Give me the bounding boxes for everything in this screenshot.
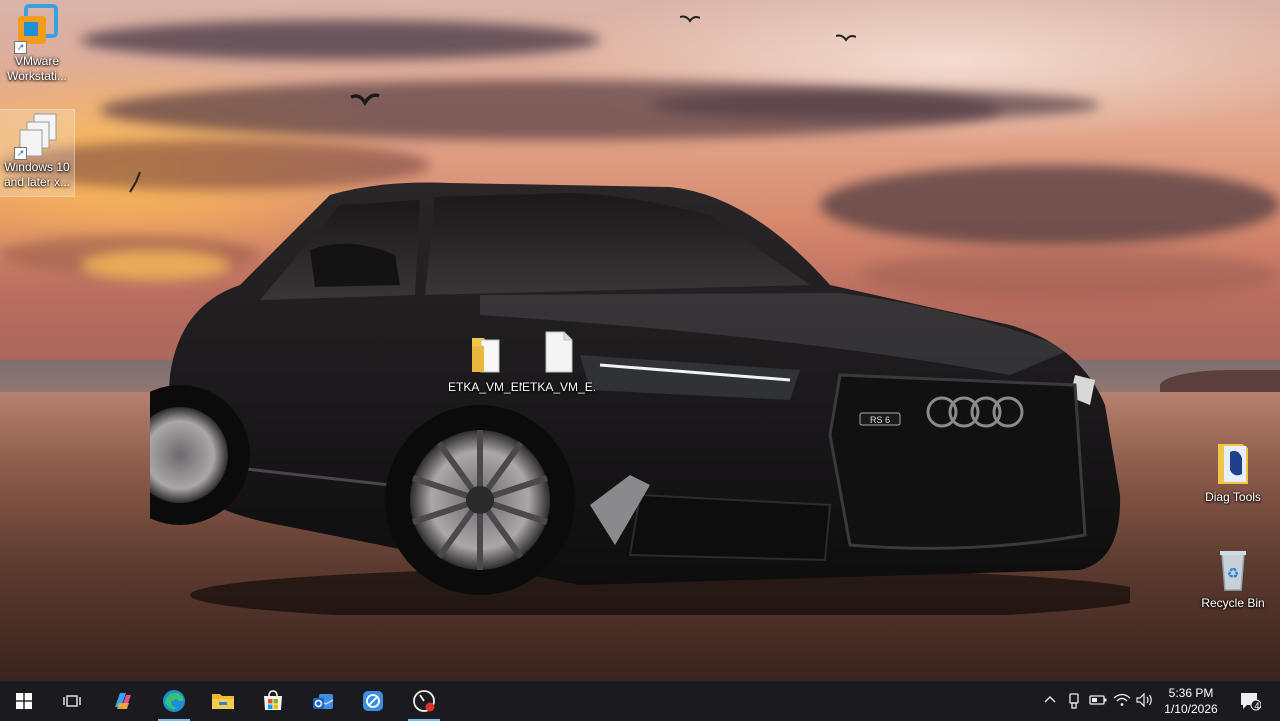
desktop-icon-etka-vm-e2[interactable]: ETKA_VM_E... (522, 330, 596, 395)
bird-icon (350, 93, 380, 107)
diagnostic-tool-button[interactable] (400, 681, 448, 721)
file-stack-icon: ↗ (12, 110, 62, 160)
file-explorer-icon (212, 694, 234, 709)
black-audi-car: RS 6 (150, 182, 1130, 615)
zip-folder-icon (460, 330, 510, 380)
task-view-button[interactable] (48, 681, 96, 721)
wifi-icon[interactable] (1113, 693, 1131, 709)
clock-date: 1/10/2026 (1164, 702, 1218, 716)
desktop-wallpaper: RS 6 (0, 0, 1280, 680)
clock-time: 5:36 PM (1168, 686, 1214, 700)
desktop-icon-label: Windows 10 and later x... (3, 160, 71, 189)
file-icon (534, 330, 584, 380)
outlook-icon (313, 694, 334, 709)
cloud (80, 20, 600, 60)
show-hidden-icons-chevron-icon[interactable] (1041, 693, 1059, 709)
notification-count-badge: 4 (1254, 701, 1260, 711)
copilot-icon (115, 693, 131, 709)
task-view-icon (63, 695, 81, 707)
notification-center-button[interactable]: 4 (1230, 681, 1270, 721)
car-badge: RS 6 (870, 415, 890, 425)
desktop-icon-label: VMware Workstati... (7, 54, 67, 83)
file-explorer-button[interactable] (199, 681, 247, 721)
desktop-icon-label: ETKA_VM_EN (448, 380, 522, 394)
desktop-icon-windows10[interactable]: ↗ Windows 10 and later x... (0, 109, 75, 197)
start-button[interactable] (0, 681, 48, 721)
outlook-button[interactable] (299, 681, 347, 721)
desktop-icon-vmware[interactable]: ↗ VMware Workstati... (0, 4, 74, 86)
usb-device-icon[interactable] (1065, 693, 1083, 709)
taskbar: 5:36 PM 1/10/2026 4 (0, 680, 1280, 721)
cloud (650, 90, 1100, 120)
microsoft-store-icon (264, 690, 282, 710)
vmware-icon: ↗ (12, 4, 62, 54)
quick-assist-button[interactable] (349, 681, 397, 721)
desktop-icon-recycle-bin[interactable]: ♻ Recycle Bin (1196, 546, 1270, 611)
bird-icon (680, 15, 700, 23)
volume-icon[interactable] (1136, 692, 1154, 709)
desktop-icon-label: Recycle Bin (1201, 596, 1265, 610)
shortcut-arrow-icon: ↗ (14, 41, 27, 54)
edge-button[interactable] (150, 681, 198, 721)
folder-icon (1208, 440, 1258, 490)
bird-icon (129, 172, 141, 193)
quick-assist-icon (363, 691, 383, 711)
start-icon (16, 693, 32, 709)
microsoft-store-button[interactable] (249, 681, 297, 721)
desktop-icon-diag-tools[interactable]: Diag Tools (1196, 440, 1270, 505)
desktop-icon-label: ETKA_VM_E... (522, 380, 596, 394)
svg-text:♻: ♻ (1227, 566, 1240, 582)
battery-icon[interactable] (1089, 693, 1107, 709)
bird-icon (836, 34, 856, 42)
diagnostic-gauge-icon (413, 690, 435, 712)
desktop-icon-etka-vm-en[interactable]: ETKA_VM_EN (448, 330, 522, 395)
recycle-bin-icon: ♻ (1208, 546, 1258, 596)
edge-icon (163, 690, 185, 712)
system-clock[interactable]: 5:36 PM 1/10/2026 (1158, 685, 1224, 717)
shortcut-arrow-icon: ↗ (14, 147, 27, 160)
desktop-icon-label: Diag Tools (1205, 490, 1261, 504)
copilot-button[interactable] (99, 681, 147, 721)
